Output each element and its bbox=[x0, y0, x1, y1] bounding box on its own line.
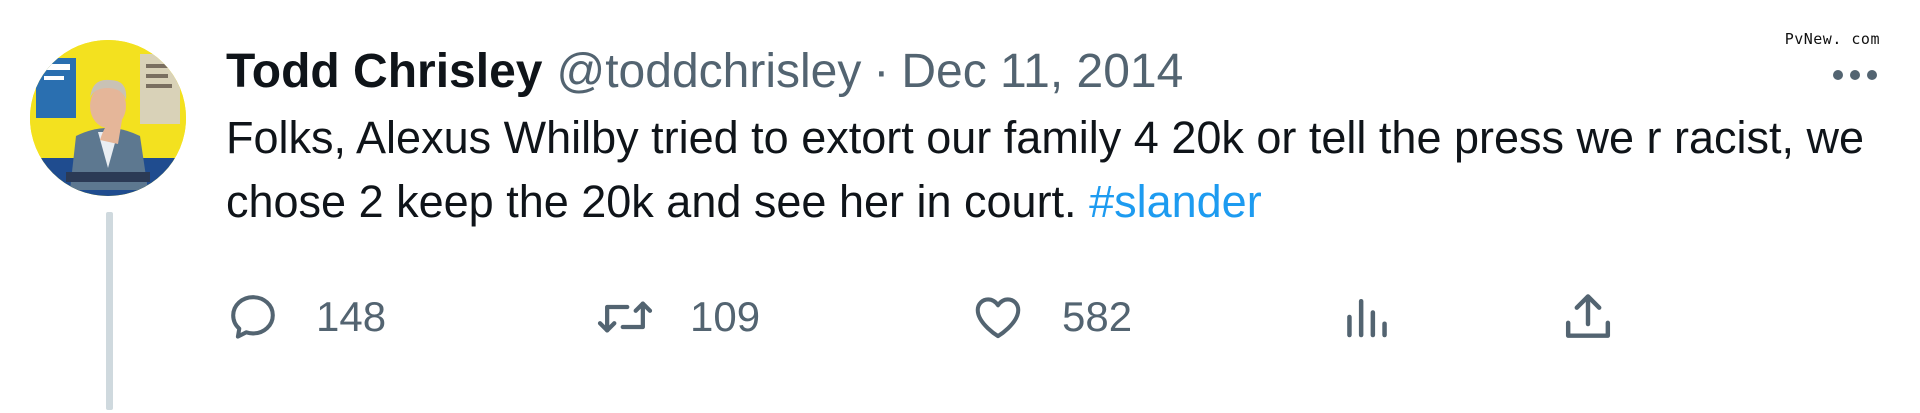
tweet[interactable]: Todd Chrisley @toddchrisley · Dec 11, 20… bbox=[226, 40, 1880, 234]
more-dots-icon bbox=[1833, 70, 1877, 80]
author-handle[interactable]: @toddchrisley bbox=[556, 40, 861, 104]
thread-connector-line bbox=[106, 212, 113, 410]
reply-icon bbox=[231, 295, 275, 339]
analytics-icon bbox=[1347, 299, 1387, 338]
tweet-header: Todd Chrisley @toddchrisley · Dec 11, 20… bbox=[226, 40, 1880, 104]
retweet-count: 109 bbox=[690, 293, 761, 340]
avatar-photo bbox=[30, 40, 186, 196]
share-icon bbox=[1565, 294, 1611, 338]
reply-count: 148 bbox=[316, 293, 387, 340]
tweet-text: Folks, Alexus Whilby tried to extort our… bbox=[226, 106, 1866, 234]
tweet-body: Folks, Alexus Whilby tried to extort our… bbox=[226, 112, 1865, 227]
like-count: 582 bbox=[1062, 293, 1133, 340]
like-button[interactable]: 582 bbox=[970, 282, 1132, 352]
hashtag-link[interactable]: #slander bbox=[1089, 176, 1262, 227]
author-name[interactable]: Todd Chrisley bbox=[226, 40, 542, 104]
retweet-icon bbox=[597, 301, 653, 333]
heart-icon bbox=[975, 297, 1021, 339]
reply-button[interactable]: 148 bbox=[226, 282, 386, 352]
separator-dot: · bbox=[873, 45, 890, 98]
tweet-date[interactable]: Dec 11, 2014 bbox=[901, 40, 1183, 104]
views-button[interactable] bbox=[1340, 282, 1394, 352]
avatar[interactable] bbox=[30, 40, 186, 196]
more-options-button[interactable] bbox=[1830, 60, 1880, 90]
retweet-button[interactable]: 109 bbox=[596, 282, 760, 352]
share-button[interactable] bbox=[1560, 282, 1616, 352]
